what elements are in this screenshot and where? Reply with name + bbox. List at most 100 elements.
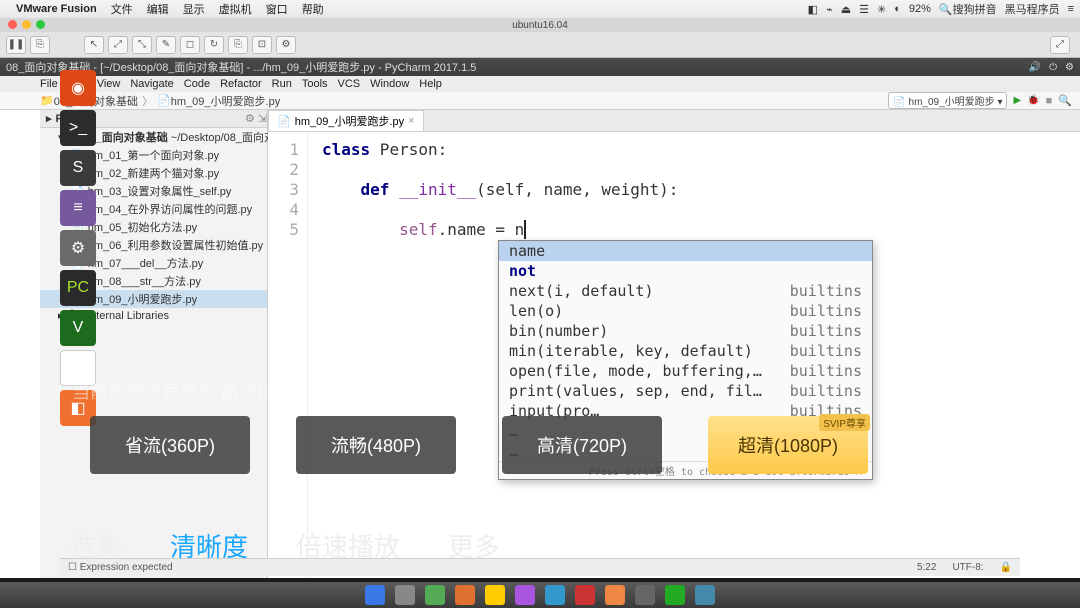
mac-menu-window[interactable]: 窗口 (266, 1, 288, 17)
menu-episodes[interactable]: 选集 (70, 527, 122, 564)
stop-button[interactable]: ■ (1046, 95, 1053, 107)
mac-menu-edit[interactable]: 编辑 (147, 1, 169, 17)
tray-icon[interactable]: ⌁ (826, 3, 833, 16)
menu-vcs[interactable]: VCS (338, 78, 361, 90)
tray-icon[interactable]: ☰ (859, 3, 869, 16)
dock-app[interactable] (365, 585, 385, 605)
tray-icon[interactable]: ◐ (894, 3, 901, 15)
gear-icon[interactable]: ⚙ (1065, 62, 1074, 73)
dock-app[interactable] (455, 585, 475, 605)
run-config-selector[interactable]: 📄 hm_09_小明爱跑步 ▾ (888, 92, 1007, 109)
dock-app[interactable] (425, 585, 445, 605)
run-button[interactable]: ▶ (1013, 95, 1021, 106)
dock-app[interactable] (665, 585, 685, 605)
tool-button[interactable]: ↖ (84, 36, 104, 54)
tool-button[interactable]: ◻ (180, 36, 200, 54)
menu-tools[interactable]: Tools (302, 78, 328, 90)
dock-app[interactable] (605, 585, 625, 605)
quality-480p[interactable]: 流畅(480P) (296, 416, 456, 474)
menu-help[interactable]: Help (419, 78, 442, 90)
dock-app[interactable] (635, 585, 655, 605)
dock-app[interactable] (545, 585, 565, 605)
ac-item[interactable]: next(i, default)builtins (499, 281, 872, 301)
ac-item[interactable]: name (499, 241, 872, 261)
tool-button[interactable]: ⊡ (252, 36, 272, 54)
settings-button[interactable]: ⚙ (276, 36, 296, 54)
tray-icon[interactable]: ⏏ (841, 3, 851, 16)
terminal-icon[interactable]: >_ (60, 110, 96, 146)
mac-menu-file[interactable]: 文件 (111, 1, 133, 17)
tool-button[interactable]: ⤡ (132, 36, 152, 54)
menu-run[interactable]: Run (272, 78, 292, 90)
user-name[interactable]: 黑马程序员 (1005, 1, 1060, 17)
menu-window[interactable]: Window (370, 78, 409, 90)
dock-app[interactable] (485, 585, 505, 605)
menu-icon[interactable]: ≡ (1068, 3, 1074, 15)
battery-percent[interactable]: 92% (909, 3, 931, 15)
window-traffic-lights (8, 20, 45, 29)
tool-button[interactable]: ✎ (156, 36, 176, 54)
macos-dock (0, 582, 1080, 608)
dock-app[interactable] (695, 585, 715, 605)
tray-icon[interactable]: ◧ (808, 3, 818, 16)
ac-item[interactable]: open(file, mode, buffering,…builtins (499, 361, 872, 381)
pycharm-icon[interactable]: PC (60, 270, 96, 306)
crumb-file[interactable]: hm_09_小明爱跑步.py (171, 93, 280, 109)
menu-file[interactable]: File (40, 78, 58, 90)
search-icon[interactable]: 🔍 (1058, 94, 1072, 107)
tray-icon[interactable]: ✳ (877, 3, 886, 16)
power-icon[interactable]: ⏻ (1049, 62, 1057, 73)
tool-button[interactable]: ⎘ (228, 36, 248, 54)
dock-app[interactable] (395, 585, 415, 605)
menu-code[interactable]: Code (184, 78, 210, 90)
dock-app[interactable] (575, 585, 595, 605)
ubuntu-launcher: ◉ >_ S ≡ ⚙ PC V ◉ ◧ (60, 70, 100, 426)
quality-720p[interactable]: 高清(720P) (502, 416, 662, 474)
menu-speed[interactable]: 倍速播放 (296, 527, 400, 564)
pycharm-titlebar: 08_面向对象基础 - [~/Desktop/08_面向对象基础] - .../… (0, 58, 1080, 76)
settings-icon[interactable]: ⚙ (60, 230, 96, 266)
ubuntu-dash-icon[interactable]: ◉ (60, 70, 96, 106)
close-icon[interactable]: × (408, 115, 414, 127)
mac-menu-vm[interactable]: 虚拟机 (219, 1, 252, 17)
breadcrumb: 📁 08_面向对象基础 〉 📄 hm_09_小明爱跑步.py 📄 hm_09_小… (0, 92, 1080, 110)
quality-1080p-active[interactable]: SVIP尊享 超清(1080P) (708, 416, 868, 474)
lock-icon[interactable]: 🔒 (1000, 562, 1012, 573)
tool-button[interactable]: ⤢ (108, 36, 128, 54)
editor-tab-active[interactable]: 📄 hm_09_小明爱跑步.py × (268, 110, 424, 131)
fullscreen-button[interactable]: ⤢ (1050, 36, 1070, 54)
debug-button[interactable]: 🐞 (1027, 95, 1039, 106)
menu-refactor[interactable]: Refactor (220, 78, 262, 90)
zoom-icon[interactable] (36, 20, 45, 29)
mac-app-name[interactable]: VMware Fusion (16, 3, 97, 15)
menu-navigate[interactable]: Navigate (130, 78, 173, 90)
ac-item[interactable]: print(values, sep, end, fil…builtins (499, 381, 872, 401)
volume-icon[interactable]: 🔊 (1029, 62, 1041, 73)
mac-menu-view[interactable]: 显示 (183, 1, 205, 17)
tool-button[interactable]: ↻ (204, 36, 224, 54)
ac-item[interactable]: min(iterable, key, default)builtins (499, 341, 872, 361)
dock-app[interactable] (515, 585, 535, 605)
chrome-icon[interactable]: ◉ (60, 350, 96, 386)
snapshot-button[interactable]: ⎘ (30, 36, 50, 54)
menu-more[interactable]: 更多 (448, 527, 500, 564)
ac-item[interactable]: bin(number)builtins (499, 321, 872, 341)
sublime-icon[interactable]: S (60, 150, 96, 186)
ac-item[interactable]: not (499, 261, 872, 281)
vim-icon[interactable]: V (60, 310, 96, 346)
minimize-icon[interactable] (22, 20, 31, 29)
menu-view[interactable]: View (97, 78, 121, 90)
code-editor[interactable]: 1 2 3 4 5 class Person: def __init__(sel… (268, 132, 1080, 578)
quality-360p[interactable]: 省流(360P) (90, 416, 250, 474)
menu-quality[interactable]: 清晰度 (170, 527, 248, 564)
caret-position[interactable]: 5:22 (917, 562, 936, 573)
ac-item[interactable]: len(o)builtins (499, 301, 872, 321)
ime-indicator[interactable]: 🔍搜狗拼音 (939, 1, 997, 17)
vm-window-titlebar: ubuntu16.04 (0, 18, 1080, 32)
mac-menubar: VMware Fusion 文件 编辑 显示 虚拟机 窗口 帮助 ◧ ⌁ ⏏ ☰… (0, 0, 1080, 18)
close-icon[interactable] (8, 20, 17, 29)
pause-button[interactable]: ❚❚ (6, 36, 26, 54)
encoding[interactable]: UTF-8: (952, 562, 983, 573)
files-icon[interactable]: ≡ (60, 190, 96, 226)
mac-menu-help[interactable]: 帮助 (302, 1, 324, 17)
